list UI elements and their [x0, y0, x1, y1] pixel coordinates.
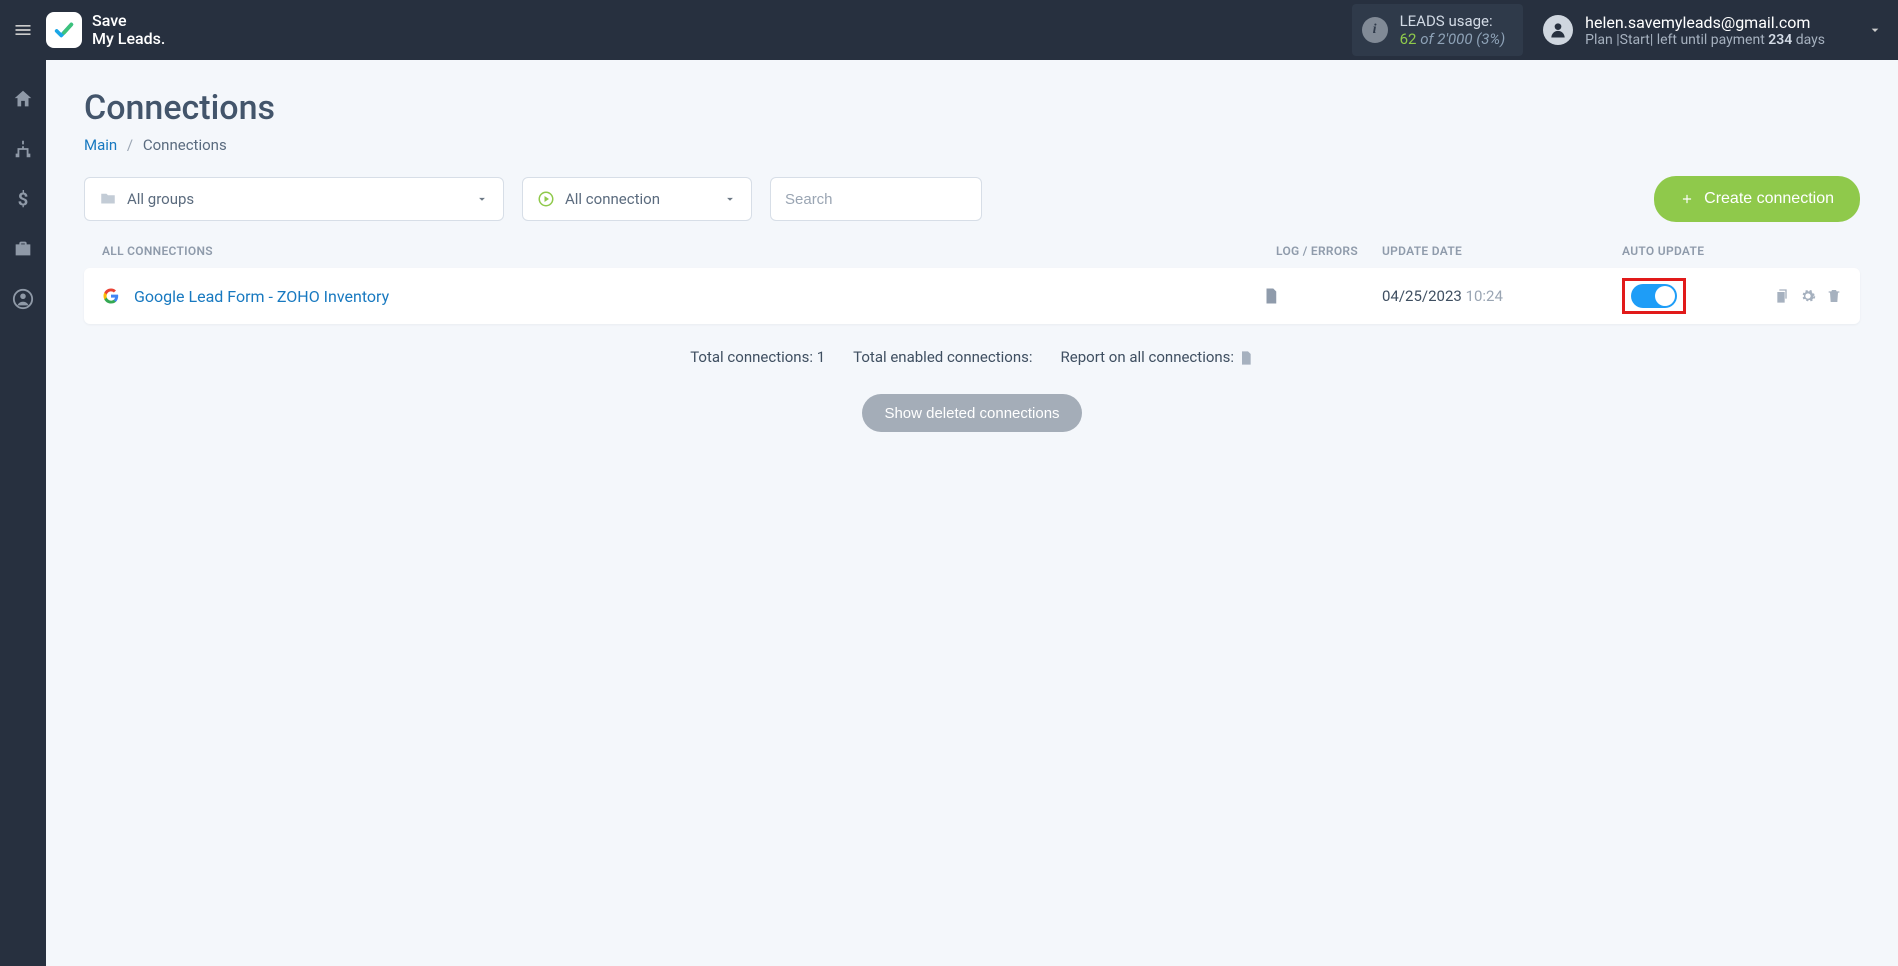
- breadcrumb-separator: /: [127, 136, 133, 154]
- actions-cell: [1752, 288, 1842, 304]
- status-select-label: All connection: [565, 190, 713, 208]
- col-header-log: LOG / ERRORS: [1262, 244, 1372, 258]
- trash-icon: [1826, 288, 1842, 304]
- chevron-down-icon: [1867, 22, 1883, 38]
- account-text: helen.savemyleads@gmail.com Plan |Start|…: [1585, 13, 1825, 48]
- sidebar-item-billing[interactable]: $: [12, 188, 34, 210]
- main-content: Connections Main / Connections All group…: [46, 60, 1898, 966]
- total-enabled: Total enabled connections:: [853, 348, 1032, 366]
- hamburger-icon: [13, 20, 33, 40]
- checkmark-icon: [53, 19, 75, 41]
- info-icon: i: [1362, 17, 1388, 43]
- play-circle-icon: [537, 190, 555, 208]
- summary-row: Total connections: 1 Total enabled conne…: [84, 348, 1860, 366]
- google-icon: [102, 287, 120, 305]
- show-deleted-button[interactable]: Show deleted connections: [862, 394, 1081, 432]
- groups-select[interactable]: All groups: [84, 177, 504, 221]
- leads-usage-text: LEADS usage: 62 of 2'000 (3%): [1400, 12, 1506, 48]
- dollar-icon: $: [12, 188, 34, 210]
- breadcrumb: Main / Connections: [84, 136, 1860, 154]
- sidebar-item-profile[interactable]: [12, 288, 34, 310]
- report-all: Report on all connections:: [1061, 348, 1254, 366]
- sitemap-icon: [12, 138, 34, 160]
- col-header-date: UPDATE DATE: [1372, 244, 1572, 258]
- document-icon: [1262, 287, 1280, 305]
- breadcrumb-main[interactable]: Main: [84, 136, 117, 154]
- table-header: ALL CONNECTIONS LOG / ERRORS UPDATE DATE…: [84, 244, 1860, 268]
- briefcase-icon: [12, 238, 34, 260]
- plus-icon: [1680, 192, 1694, 206]
- copy-icon: [1774, 288, 1790, 304]
- col-header-auto: AUTO UPDATE: [1572, 244, 1752, 258]
- topbar: Save My Leads. i LEADS usage: 62 of 2'00…: [0, 0, 1898, 60]
- gear-icon: [1800, 288, 1816, 304]
- search-input[interactable]: [770, 177, 982, 221]
- logo-text: Save My Leads.: [92, 12, 165, 49]
- leads-usage[interactable]: i LEADS usage: 62 of 2'000 (3%): [1352, 4, 1524, 56]
- copy-button[interactable]: [1774, 288, 1790, 304]
- folder-icon: [99, 190, 117, 208]
- auto-update-toggle[interactable]: [1631, 284, 1677, 308]
- connection-row: Google Lead Form - ZOHO Inventory 04/25/…: [84, 268, 1860, 324]
- account-chevron[interactable]: [1867, 22, 1883, 38]
- document-icon[interactable]: [1238, 348, 1254, 366]
- total-connections: Total connections: 1: [690, 348, 825, 366]
- connection-name-cell: Google Lead Form - ZOHO Inventory: [102, 287, 1262, 306]
- breadcrumb-current: Connections: [143, 136, 227, 154]
- delete-button[interactable]: [1826, 288, 1842, 304]
- page-title: Connections: [84, 88, 1860, 128]
- toggle-highlight: [1622, 278, 1686, 314]
- settings-button[interactable]: [1800, 288, 1816, 304]
- svg-text:$: $: [18, 189, 29, 210]
- logo-badge: [46, 12, 82, 48]
- status-select[interactable]: All connection: [522, 177, 752, 221]
- sidebar-item-briefcase[interactable]: [12, 238, 34, 260]
- filters-row: All groups All connection Create: [84, 176, 1860, 222]
- home-icon: [12, 88, 34, 110]
- chevron-down-icon: [723, 192, 737, 206]
- account-area[interactable]: helen.savemyleads@gmail.com Plan |Start|…: [1543, 13, 1883, 48]
- date-cell: 04/25/2023 10:24: [1372, 287, 1572, 305]
- sidebar-item-connections[interactable]: [12, 138, 34, 160]
- chevron-down-icon: [475, 192, 489, 206]
- avatar-icon: [1543, 15, 1573, 45]
- create-connection-button[interactable]: Create connection: [1654, 176, 1860, 222]
- groups-select-label: All groups: [127, 190, 465, 208]
- hamburger-menu[interactable]: [0, 0, 46, 60]
- logo[interactable]: Save My Leads.: [46, 12, 165, 49]
- sidebar: $: [0, 60, 46, 966]
- user-circle-icon: [12, 288, 34, 310]
- auto-update-cell: [1572, 278, 1752, 314]
- create-connection-label: Create connection: [1704, 190, 1834, 208]
- col-header-all: ALL CONNECTIONS: [102, 244, 1262, 258]
- connection-link[interactable]: Google Lead Form - ZOHO Inventory: [134, 287, 389, 306]
- log-cell[interactable]: [1262, 287, 1372, 305]
- sidebar-item-home[interactable]: [12, 88, 34, 110]
